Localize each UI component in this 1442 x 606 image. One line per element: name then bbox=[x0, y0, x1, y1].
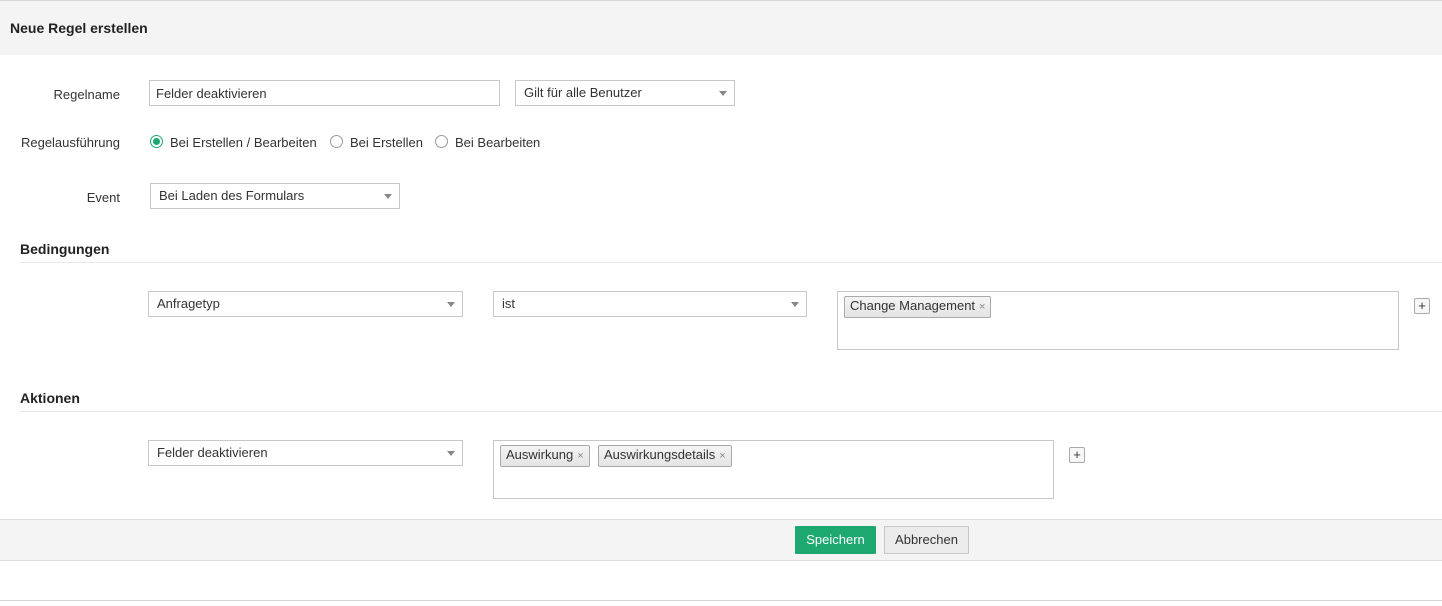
chevron-down-icon bbox=[384, 194, 392, 199]
event-select[interactable]: Bei Laden des Formulars bbox=[150, 183, 400, 209]
radio-create[interactable] bbox=[330, 135, 343, 148]
remove-tag-icon[interactable]: × bbox=[979, 301, 985, 313]
add-condition-button[interactable]: + bbox=[1414, 298, 1430, 314]
tag-auswirkungsdetails: Auswirkungsdetails × bbox=[598, 445, 732, 467]
conditions-divider bbox=[20, 262, 1442, 263]
rule-name-input[interactable] bbox=[149, 80, 500, 106]
event-label: Event bbox=[86, 190, 120, 205]
dialog-footer bbox=[0, 519, 1442, 561]
condition-field-value: Anfragetyp bbox=[157, 296, 220, 311]
dialog-header bbox=[0, 1, 1442, 55]
radio-edit[interactable] bbox=[435, 135, 448, 148]
chevron-down-icon bbox=[791, 302, 799, 307]
tag-label: Auswirkungsdetails bbox=[604, 447, 716, 462]
condition-field-select[interactable]: Anfragetyp bbox=[148, 291, 463, 317]
remove-tag-icon[interactable]: × bbox=[719, 450, 725, 462]
add-action-button[interactable]: + bbox=[1069, 447, 1085, 463]
page-title: Neue Regel erstellen bbox=[10, 20, 148, 36]
radio-create-edit-label[interactable]: Bei Erstellen / Bearbeiten bbox=[170, 135, 317, 150]
condition-operator-value: ist bbox=[502, 296, 515, 311]
action-select[interactable]: Felder deaktivieren bbox=[148, 440, 463, 466]
cancel-button[interactable]: Abbrechen bbox=[884, 526, 969, 554]
chevron-down-icon bbox=[447, 451, 455, 456]
tag-auswirkung: Auswirkung × bbox=[500, 445, 590, 467]
condition-operator-select[interactable]: ist bbox=[493, 291, 807, 317]
radio-create-label[interactable]: Bei Erstellen bbox=[350, 135, 423, 150]
save-button[interactable]: Speichern bbox=[795, 526, 876, 554]
tag-change-management: Change Management × bbox=[844, 296, 992, 318]
actions-divider bbox=[20, 411, 1442, 412]
tag-label: Auswirkung bbox=[506, 447, 574, 462]
applies-to-value: Gilt für alle Benutzer bbox=[524, 85, 642, 100]
conditions-title: Bedingungen bbox=[20, 241, 110, 257]
radio-edit-label[interactable]: Bei Bearbeiten bbox=[455, 135, 540, 150]
bottom-border bbox=[0, 600, 1442, 601]
remove-tag-icon[interactable]: × bbox=[577, 450, 583, 462]
rule-name-label: Regelname bbox=[53, 87, 121, 102]
applies-to-select[interactable]: Gilt für alle Benutzer bbox=[515, 80, 735, 106]
chevron-down-icon bbox=[719, 91, 727, 96]
radio-create-edit[interactable] bbox=[150, 135, 163, 148]
condition-values-box[interactable]: Change Management × bbox=[837, 291, 1399, 350]
action-value: Felder deaktivieren bbox=[157, 445, 268, 460]
execution-label: Regelausführung bbox=[20, 135, 120, 150]
chevron-down-icon bbox=[447, 302, 455, 307]
tag-label: Change Management bbox=[850, 298, 976, 313]
action-fields-box[interactable]: Auswirkung × Auswirkungsdetails × bbox=[493, 440, 1054, 499]
actions-title: Aktionen bbox=[20, 390, 80, 406]
event-value: Bei Laden des Formulars bbox=[159, 188, 305, 203]
